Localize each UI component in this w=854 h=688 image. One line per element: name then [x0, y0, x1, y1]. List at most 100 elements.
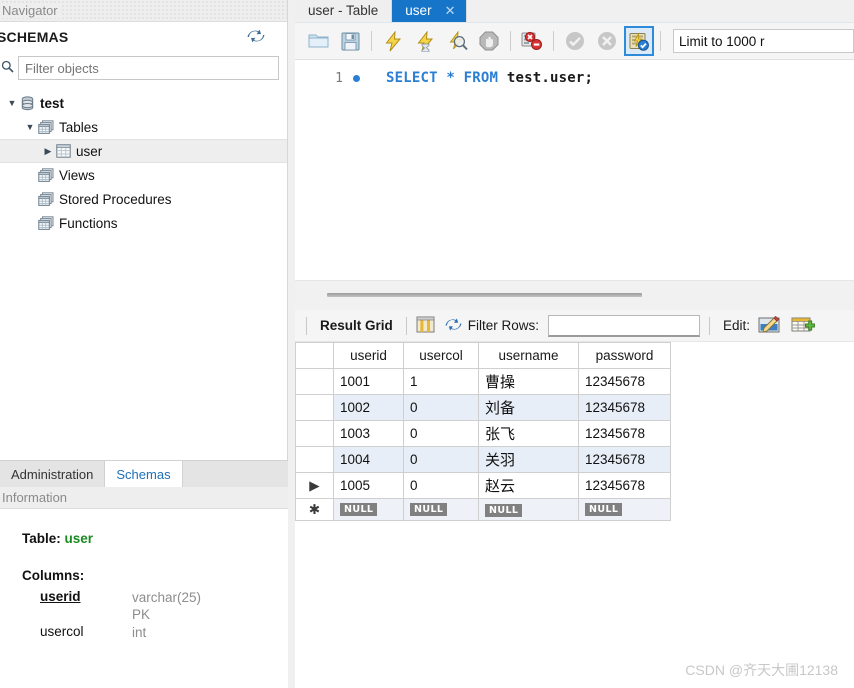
stop-execution-icon	[474, 26, 504, 56]
refresh-icon[interactable]	[247, 28, 265, 44]
cell-usercol[interactable]: 0	[403, 472, 479, 499]
limit-rows-label: Limit to 1000 r	[679, 33, 765, 49]
res-separator-2	[709, 316, 711, 335]
left-tab-schemas[interactable]: Schemas	[105, 461, 183, 488]
left-tab-administration[interactable]: Administration	[0, 461, 106, 488]
cell-userid[interactable]: 1005	[333, 472, 404, 499]
cell-userid[interactable]: 1002	[333, 394, 404, 421]
cell-username[interactable]: 刘备	[478, 394, 579, 421]
cell-usercol[interactable]: 0	[403, 446, 479, 473]
new-row-cell-userid[interactable]: NULL	[333, 498, 404, 521]
tree-item-label: user	[76, 143, 103, 159]
tree-item-views[interactable]: Views	[0, 163, 287, 187]
search-icon	[0, 60, 18, 76]
row-marker[interactable]	[295, 420, 334, 447]
column-name: usercol	[40, 624, 84, 639]
column-header-userid[interactable]: userid	[333, 342, 404, 369]
cell-usercol[interactable]: 0	[403, 394, 479, 421]
tree-item-test[interactable]: ▼ test	[0, 91, 287, 115]
tree-item-functions[interactable]: Functions	[0, 211, 287, 235]
table-row[interactable]: 1002 0 刘备 12345678	[295, 394, 671, 421]
tree-item-user[interactable]: ▶ user	[0, 139, 287, 163]
current-row-marker-icon[interactable]: ▶	[295, 472, 334, 499]
limit-rows-selector[interactable]: Limit to 1000 r	[673, 29, 854, 53]
new-row-cell-usercol[interactable]: NULL	[403, 498, 479, 521]
navigator-panel: Navigator SCHEMAS ▼ test ▼ Tables▶ user View…	[0, 0, 288, 688]
editor-tab-active-1[interactable]: user ✕	[392, 0, 467, 22]
navigator-caption-label: Navigator	[2, 3, 62, 18]
statement-dot-icon[interactable]	[353, 75, 360, 82]
cell-username[interactable]: 曹操	[478, 368, 579, 395]
cell-password[interactable]: 12345678	[578, 394, 671, 421]
row-marker[interactable]	[295, 446, 334, 473]
tree-item-label: Stored Procedures	[59, 191, 172, 207]
result-grid[interactable]: userid usercol username password 1001 1 曹操 123…	[295, 342, 854, 521]
open-sql-script-icon[interactable]	[303, 26, 333, 56]
cell-password[interactable]: 12345678	[578, 472, 671, 499]
insert-row-icon[interactable]	[791, 315, 815, 337]
sql-statement-text[interactable]: SELECT * FROM test.user;	[386, 70, 593, 86]
toolbar-separator-3	[553, 31, 554, 51]
splitter-handle[interactable]	[327, 293, 642, 297]
editor-area: user - Table user ✕ Limit to 1000 r 1 SE…	[295, 0, 854, 688]
toggle-autocommit-icon[interactable]	[624, 26, 654, 56]
new-row[interactable]: ✱ NULL NULL NULL NULL	[295, 498, 671, 521]
save-sql-script-icon[interactable]	[335, 26, 365, 56]
column-header-username[interactable]: username	[478, 342, 579, 369]
chevron-down-icon[interactable]: ▼	[22, 122, 38, 132]
cell-usercol[interactable]: 0	[403, 420, 479, 447]
sql-line-1: 1 SELECT * FROM test.user;	[295, 60, 854, 86]
res-separator-1	[405, 316, 407, 335]
schema-tree: ▼ test ▼ Tables ▶ user Views Stored Procedure…	[0, 84, 287, 235]
cell-password[interactable]: 12345678	[578, 368, 671, 395]
cell-userid[interactable]: 1003	[333, 420, 404, 447]
cell-usercol[interactable]: 1	[403, 368, 479, 395]
new-row-cell-username[interactable]: NULL	[478, 498, 579, 521]
cell-username[interactable]: 张飞	[478, 420, 579, 447]
information-body: Table: user Columns: userid varchar(25) PK…	[0, 509, 288, 688]
table-row[interactable]: ▶ 1005 0 赵云 12345678	[295, 472, 671, 499]
horizontal-splitter[interactable]	[295, 280, 854, 310]
grid-view-icon[interactable]	[416, 316, 435, 336]
execute-current-statement-icon[interactable]	[410, 26, 440, 56]
filter-rows-label: Filter Rows:	[467, 318, 540, 333]
table-row[interactable]: 1001 1 曹操 12345678	[295, 368, 671, 395]
vertical-splitter[interactable]	[288, 0, 295, 688]
chevron-down-icon[interactable]: ▼	[4, 98, 20, 108]
cell-userid[interactable]: 1001	[333, 368, 404, 395]
row-marker[interactable]	[295, 368, 334, 395]
filter-objects-input[interactable]	[18, 56, 279, 80]
sql-token-keyword: FROM	[463, 70, 507, 86]
toggle-stop-on-error-icon[interactable]	[517, 26, 547, 56]
table-body: 1001 1 曹操 12345678 1002 0 刘备 12345678 1003 0 张飞 123…	[295, 368, 671, 521]
cell-userid[interactable]: 1004	[333, 446, 404, 473]
information-caption-label: Information	[2, 490, 68, 505]
filter-rows-input[interactable]	[548, 314, 701, 337]
new-row-cell-password[interactable]: NULL	[578, 498, 671, 521]
chevron-right-icon[interactable]: ▶	[40, 146, 56, 157]
cell-password[interactable]: 12345678	[578, 420, 671, 447]
table-row[interactable]: 1003 0 张飞 12345678	[295, 420, 671, 447]
cell-username[interactable]: 赵云	[478, 472, 579, 499]
sql-editor[interactable]: 1 SELECT * FROM test.user;	[295, 60, 854, 280]
null-badge: NULL	[340, 503, 378, 516]
tree-item-stored-procedures[interactable]: Stored Procedures	[0, 187, 287, 211]
edit-row-icon[interactable]	[758, 315, 781, 337]
watermark: CSDN @齐天大圃12138	[685, 662, 838, 678]
execute-statement-icon[interactable]	[378, 26, 408, 56]
table-row[interactable]: 1004 0 关羽 12345678	[295, 446, 671, 473]
refresh-icon[interactable]	[445, 317, 462, 335]
tree-item-tables[interactable]: ▼ Tables	[0, 115, 287, 139]
cell-password[interactable]: 12345678	[578, 446, 671, 473]
close-icon[interactable]: ✕	[445, 0, 456, 22]
information-caption: Information	[0, 487, 288, 509]
explain-query-icon[interactable]	[442, 26, 472, 56]
new-row-marker-icon[interactable]: ✱	[295, 498, 334, 521]
result-grid-toolbar: Result Grid Filter Rows: Edit:	[295, 310, 854, 342]
cell-username[interactable]: 关羽	[478, 446, 579, 473]
row-marker[interactable]	[295, 394, 334, 421]
sql-token-identifier: test.user;	[506, 70, 594, 86]
column-header-usercol[interactable]: usercol	[403, 342, 479, 369]
editor-tab-inactive-0[interactable]: user - Table	[295, 0, 393, 22]
column-header-password[interactable]: password	[578, 342, 671, 369]
